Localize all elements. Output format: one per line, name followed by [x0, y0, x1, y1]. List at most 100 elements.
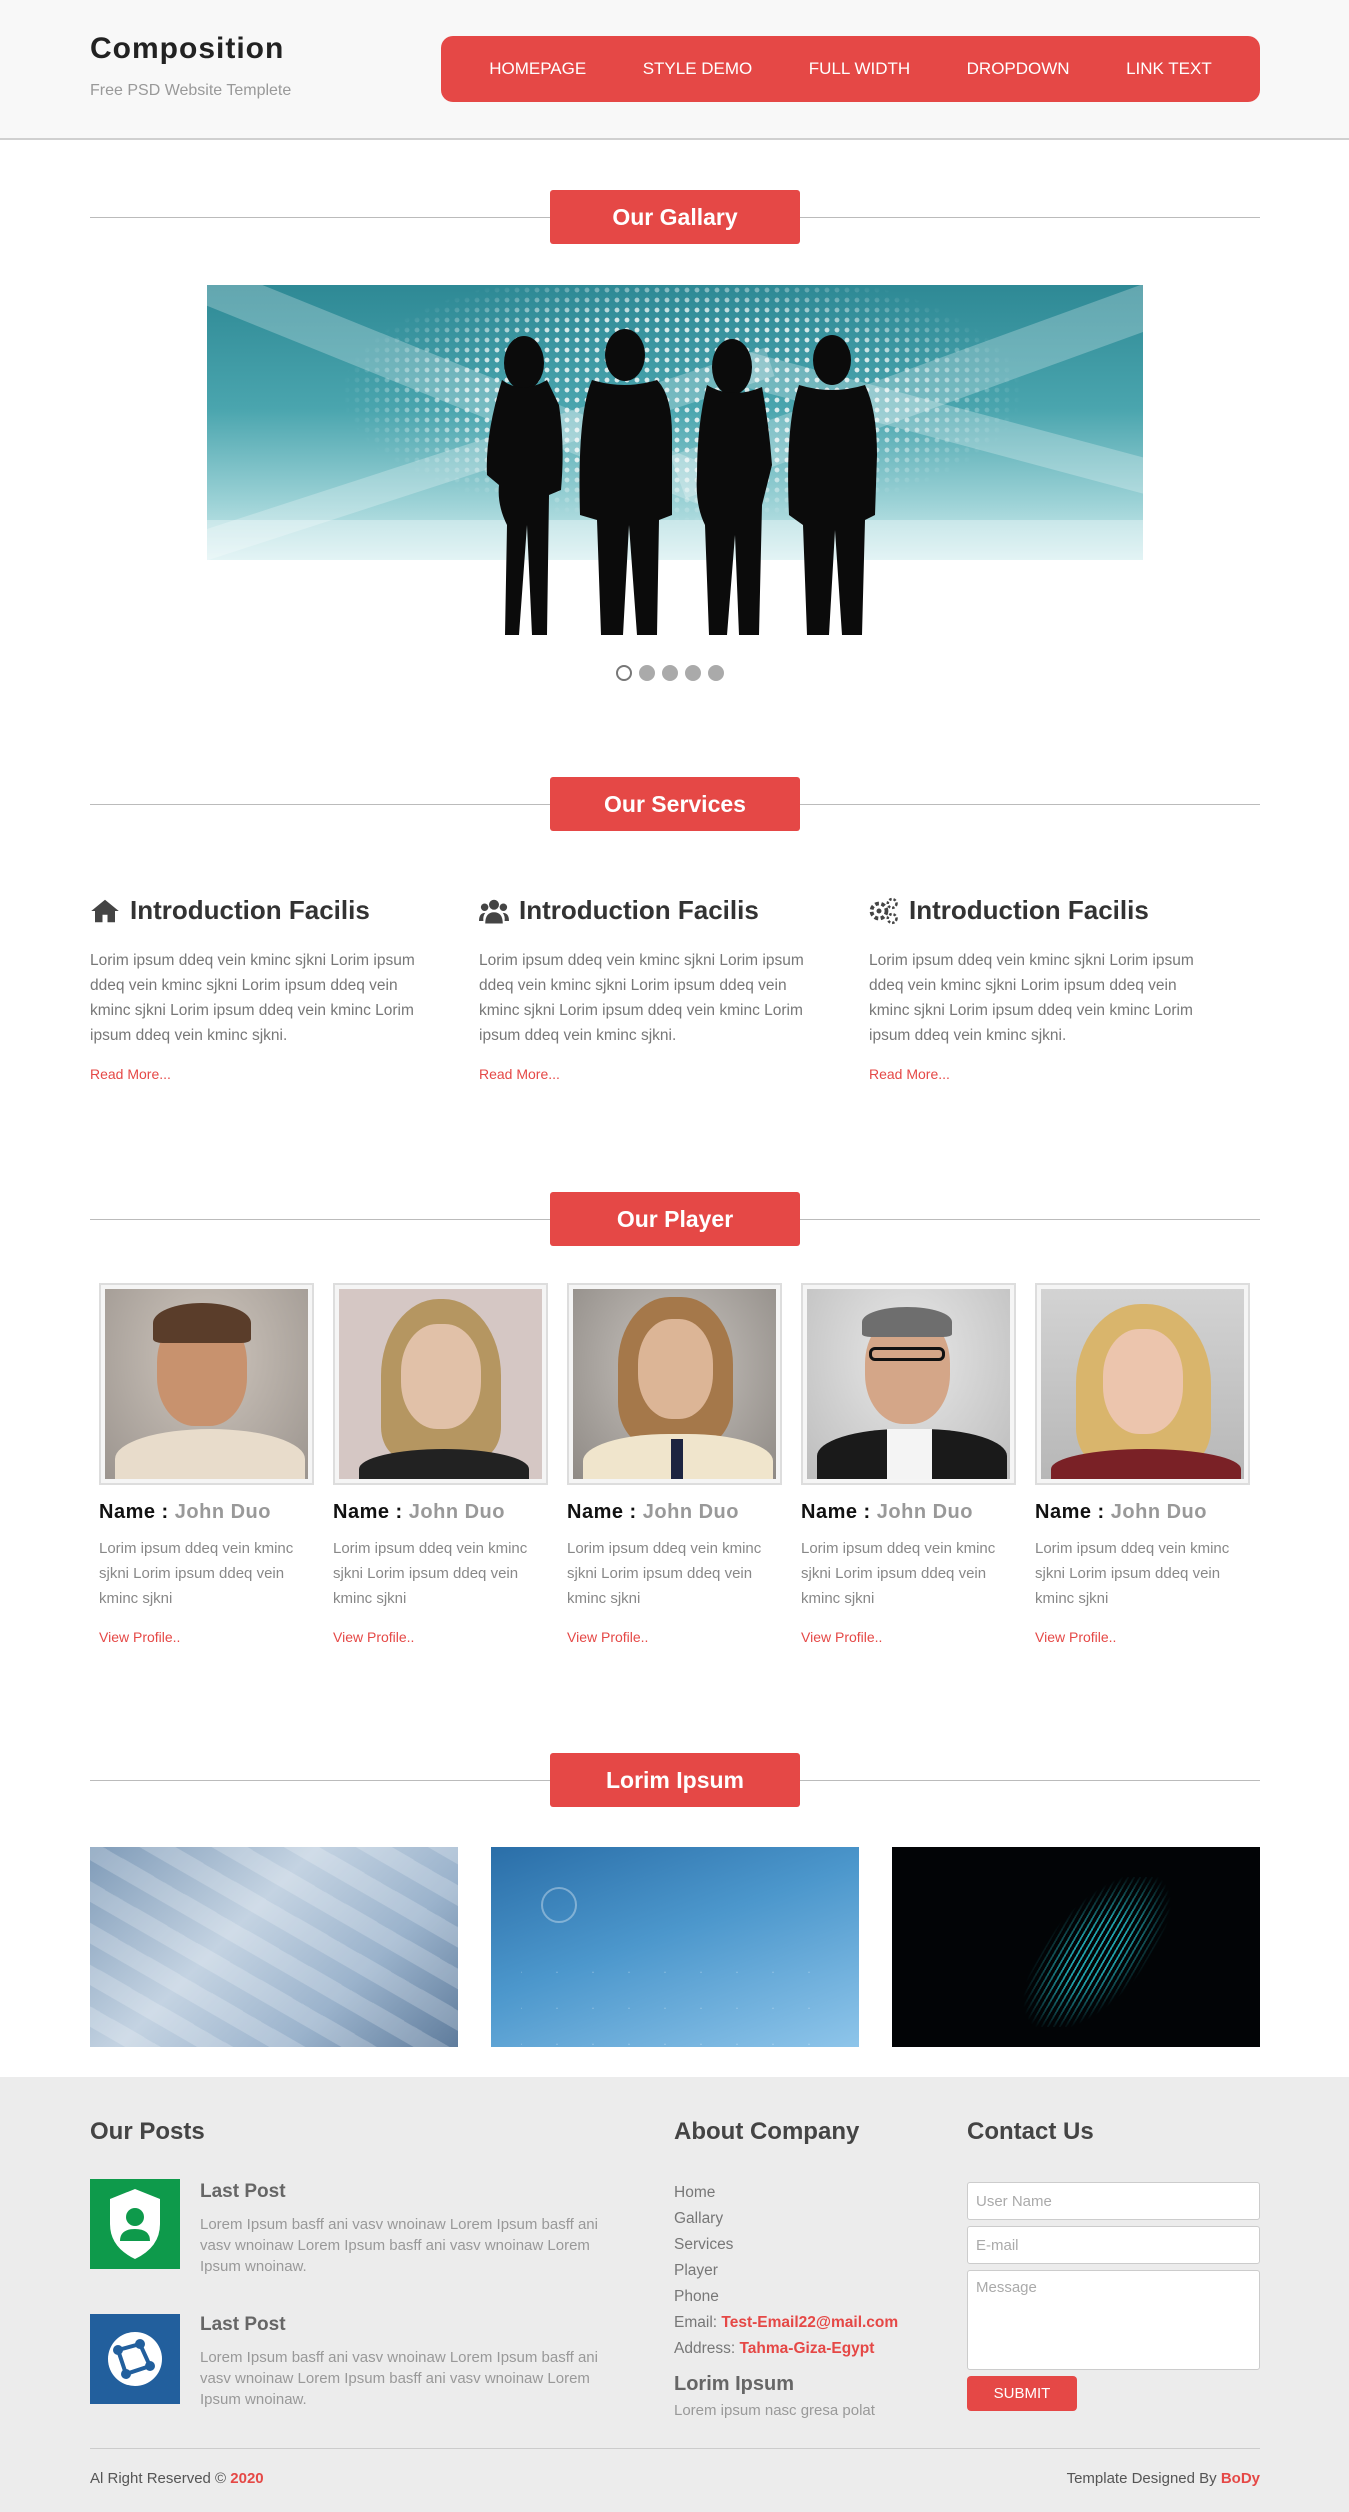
player-name-label: Name :: [567, 1501, 637, 1523]
post-title[interactable]: Last Post: [200, 2314, 286, 2336]
service-card: Introduction Facilis Lorim ipsum ddeq ve…: [869, 895, 1209, 1084]
posts-title: Our Posts: [90, 2118, 205, 2145]
player-card: Name : John Duo Lorim ipsum ddeq vein km…: [567, 1283, 782, 1647]
about-link-home[interactable]: Home: [674, 2180, 898, 2206]
service-title: Introduction Facilis: [909, 895, 1149, 925]
player-name: John Duo: [408, 1501, 505, 1523]
player-card: Name : John Duo Lorim ipsum ddeq vein km…: [333, 1283, 548, 1647]
service-text: Lorim ipsum ddeq vein kminc sjkni Lorim …: [90, 952, 415, 1044]
post-thumbnail[interactable]: [90, 2179, 180, 2269]
service-text: Lorim ipsum ddeq vein kminc sjkni Lorim …: [869, 952, 1194, 1044]
about-link-phone[interactable]: Phone: [674, 2284, 898, 2310]
post-title[interactable]: Last Post: [200, 2181, 286, 2203]
copyright-text: Al Right Reserved © 2020: [90, 2470, 264, 2487]
player-card: Name : John Duo Lorim ipsum ddeq vein km…: [1035, 1283, 1250, 1647]
player-text: Lorim ipsum ddeq vein kminc sjkni Lorim …: [333, 1540, 528, 1607]
footer-lorim-text: Lorem ipsum nasc gresa polat: [674, 2402, 875, 2419]
view-profile-link[interactable]: View Profile..: [567, 1629, 648, 1645]
about-link-player[interactable]: Player: [674, 2258, 898, 2284]
designed-label: Template Designed By: [1066, 2470, 1217, 2487]
globe-network-icon: [108, 2332, 162, 2386]
player-text: Lorim ipsum ddeq vein kminc sjkni Lorim …: [1035, 1540, 1230, 1607]
read-more-link[interactable]: Read More...: [479, 1066, 560, 1082]
username-field[interactable]: User Name: [967, 2182, 1260, 2220]
footer-lorim-title: Lorim Ipsum: [674, 2373, 795, 2395]
users-icon: [479, 899, 509, 923]
player-card: Name : John Duo Lorim ipsum ddeq vein km…: [99, 1283, 314, 1647]
player-photo-frame[interactable]: [567, 1283, 782, 1485]
read-more-link[interactable]: Read More...: [869, 1066, 950, 1082]
email-value[interactable]: Test-Email22@mail.com: [721, 2314, 898, 2331]
post-text: Lorem Ipsum basff ani vasv wnoinaw Lorem…: [200, 2216, 598, 2275]
copyright-label: Al Right Reserved ©: [90, 2470, 227, 2487]
slider-dot-4[interactable]: [685, 665, 701, 681]
slider-pagination: [616, 665, 724, 681]
submit-button[interactable]: SUBMIT: [967, 2376, 1077, 2411]
player-name-label: Name :: [333, 1501, 403, 1523]
post-thumbnail[interactable]: [90, 2314, 180, 2404]
main-nav: HOMEPAGE STYLE DEMO FULL WIDTH DROPDOWN …: [441, 36, 1260, 102]
player-photo-frame[interactable]: [801, 1283, 1016, 1485]
email-label: Email:: [674, 2314, 718, 2331]
nav-dropdown[interactable]: DROPDOWN: [967, 59, 1070, 79]
shield-users-icon: [110, 2189, 160, 2259]
email-field[interactable]: E-mail: [967, 2226, 1260, 2264]
nav-style-demo[interactable]: STYLE DEMO: [643, 59, 753, 79]
player-photo: [573, 1289, 776, 1479]
about-links: Home Gallary Services Player Phone Email…: [674, 2180, 898, 2362]
about-title: About Company: [674, 2118, 860, 2145]
footer-divider: [90, 2448, 1260, 2449]
address-value: Tahma-Giza-Egypt: [739, 2340, 875, 2357]
contact-title: Contact Us: [967, 2118, 1094, 2145]
player-photo: [339, 1289, 542, 1479]
player-photo: [105, 1289, 308, 1479]
about-link-gallery[interactable]: Gallary: [674, 2206, 898, 2232]
player-text: Lorim ipsum ddeq vein kminc sjkni Lorim …: [99, 1540, 294, 1607]
service-title: Introduction Facilis: [519, 895, 759, 925]
player-photo-frame[interactable]: [333, 1283, 548, 1485]
lorim-image-3[interactable]: [892, 1847, 1260, 2047]
address-label: Address:: [674, 2340, 736, 2357]
player-name: John Duo: [1110, 1501, 1207, 1523]
view-profile-link[interactable]: View Profile..: [1035, 1629, 1116, 1645]
view-profile-link[interactable]: View Profile..: [333, 1629, 414, 1645]
lorim-image-2[interactable]: [491, 1847, 859, 2047]
player-name-label: Name :: [99, 1501, 169, 1523]
lorim-title: Lorim Ipsum: [550, 1753, 800, 1807]
read-more-link[interactable]: Read More...: [90, 1066, 171, 1082]
designer-name[interactable]: BoDy: [1221, 2470, 1260, 2487]
service-card: Introduction Facilis Lorim ipsum ddeq ve…: [90, 895, 430, 1084]
slider-dot-2[interactable]: [639, 665, 655, 681]
player-title: Our Player: [550, 1192, 800, 1246]
player-text: Lorim ipsum ddeq vein kminc sjkni Lorim …: [801, 1540, 996, 1607]
nav-link-text[interactable]: LINK TEXT: [1126, 59, 1212, 79]
message-textarea[interactable]: Message: [967, 2270, 1260, 2370]
player-photo-frame[interactable]: [99, 1283, 314, 1485]
service-text: Lorim ipsum ddeq vein kminc sjkni Lorim …: [479, 952, 804, 1044]
nav-homepage[interactable]: HOMEPAGE: [489, 59, 586, 79]
service-card: Introduction Facilis Lorim ipsum ddeq ve…: [479, 895, 819, 1084]
site-header: Composition Free PSD Website Templete HO…: [0, 0, 1349, 140]
view-profile-link[interactable]: View Profile..: [801, 1629, 882, 1645]
about-link-services[interactable]: Services: [674, 2232, 898, 2258]
player-photo-frame[interactable]: [1035, 1283, 1250, 1485]
site-tagline: Free PSD Website Templete: [90, 82, 292, 99]
site-logo[interactable]: Composition: [90, 32, 284, 66]
slider-dot-3[interactable]: [662, 665, 678, 681]
designer-credit: Template Designed By BoDy: [1067, 2470, 1260, 2487]
view-profile-link[interactable]: View Profile..: [99, 1629, 180, 1645]
slider-dot-5[interactable]: [708, 665, 724, 681]
copyright-year: 2020: [230, 2470, 264, 2487]
player-text: Lorim ipsum ddeq vein kminc sjkni Lorim …: [567, 1540, 762, 1607]
player-photo: [1041, 1289, 1244, 1479]
player-card: Name : John Duo Lorim ipsum ddeq vein km…: [801, 1283, 1016, 1647]
gears-icon: [869, 897, 898, 924]
player-photo: [807, 1289, 1010, 1479]
nav-full-width[interactable]: FULL WIDTH: [809, 59, 910, 79]
player-name-label: Name :: [1035, 1501, 1105, 1523]
service-title: Introduction Facilis: [130, 895, 370, 925]
gallery-title: Our Gallary: [550, 190, 800, 244]
lorim-image-1[interactable]: [90, 1847, 458, 2047]
player-name-label: Name :: [801, 1501, 871, 1523]
slider-dot-1[interactable]: [616, 665, 632, 681]
